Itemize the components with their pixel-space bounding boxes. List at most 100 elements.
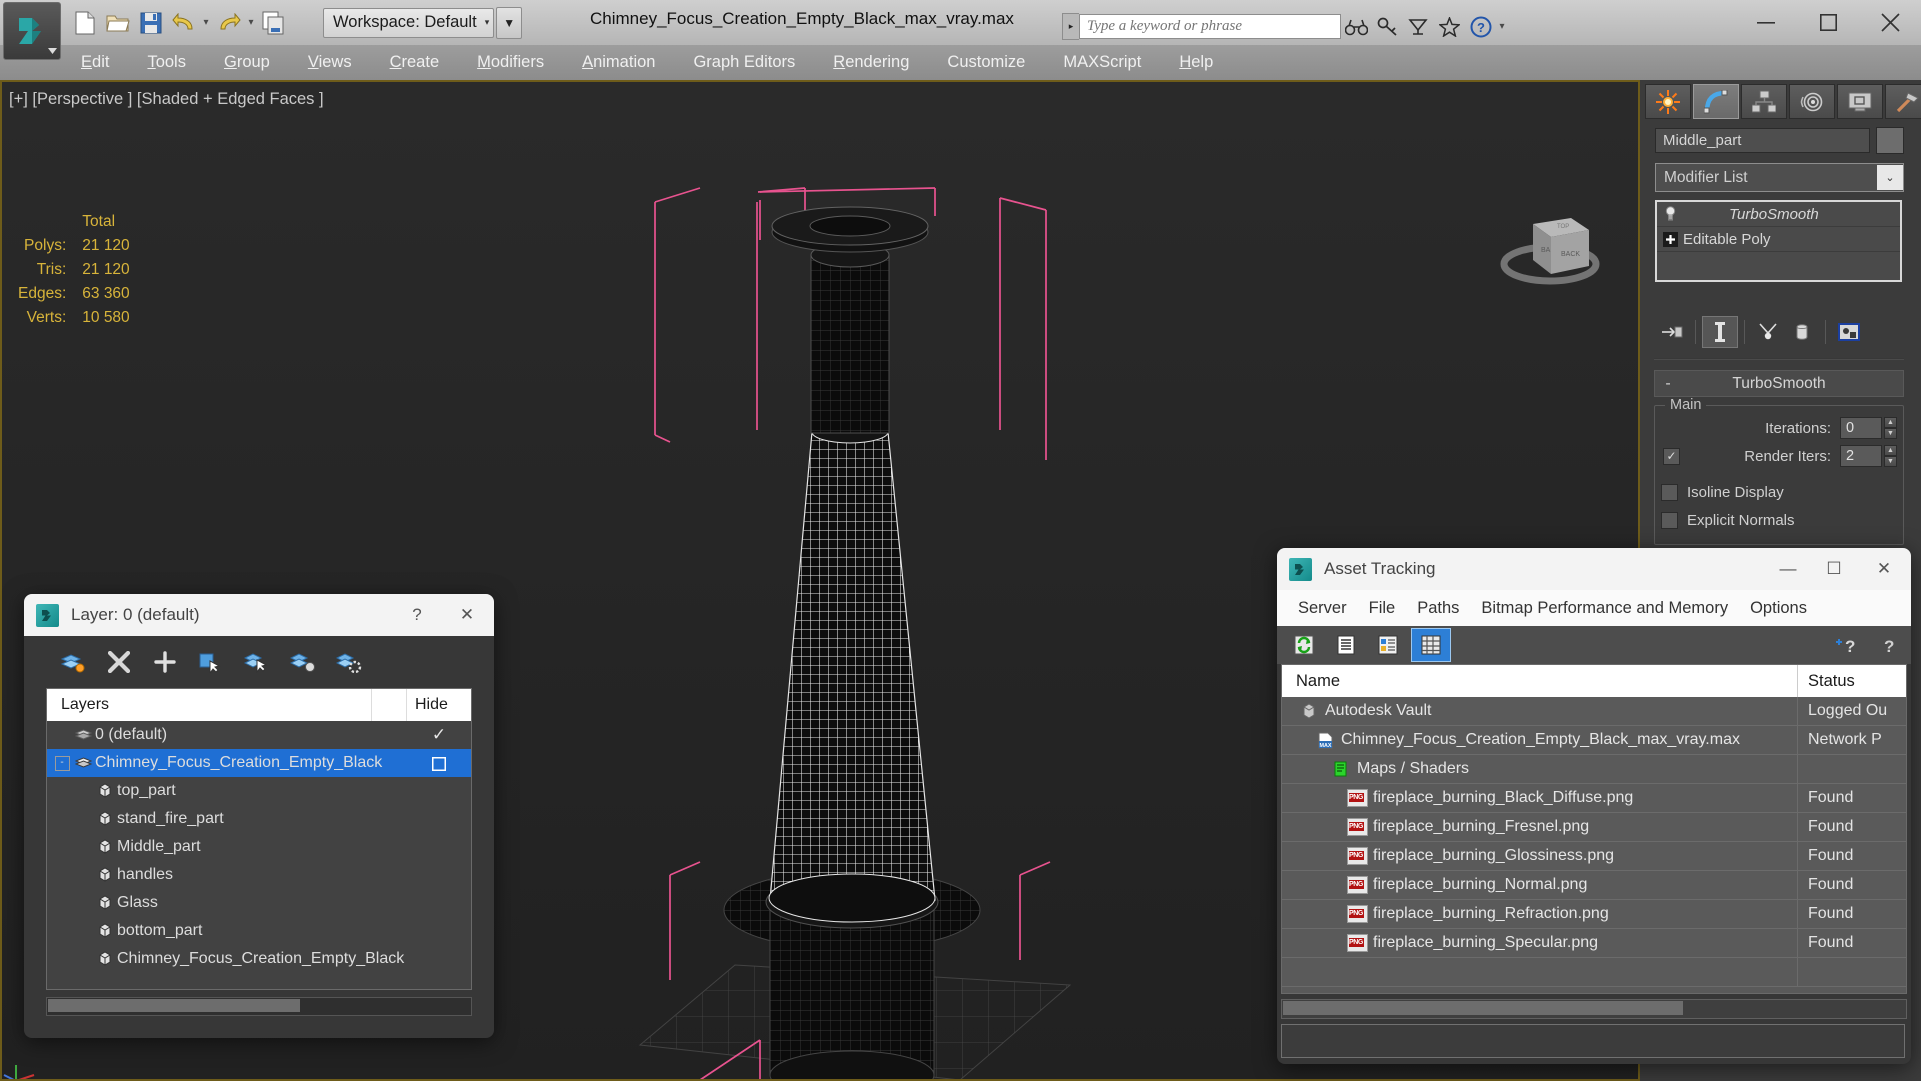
- at-menu-server[interactable]: Server: [1287, 599, 1358, 618]
- remove-modifier-button[interactable]: [1785, 317, 1819, 347]
- help-dropdown-arrow[interactable]: ▾: [1496, 10, 1508, 43]
- asset-tracking-maximize-button[interactable]: ☐: [1811, 548, 1857, 590]
- refresh-icon[interactable]: [1285, 629, 1323, 661]
- layer-hide-toggle[interactable]: [464, 759, 471, 767]
- search-input[interactable]: [1079, 14, 1341, 39]
- modifier-stack-item-editable-poly[interactable]: Editable Poly: [1657, 227, 1900, 252]
- search-expand-arrow[interactable]: ▸: [1062, 13, 1079, 40]
- menu-item-group[interactable]: Group: [205, 53, 289, 72]
- pin-stack-button[interactable]: [1655, 317, 1689, 347]
- at-menu-file[interactable]: File: [1358, 599, 1407, 618]
- plus-box-icon[interactable]: [1657, 231, 1683, 247]
- layer-hide-toggle[interactable]: [464, 787, 471, 795]
- undo-button[interactable]: [167, 6, 200, 39]
- render-iters-checkbox[interactable]: ✓: [1663, 447, 1680, 465]
- asset-row-maps-shaders[interactable]: Maps / Shaders: [1282, 755, 1906, 784]
- minimize-button[interactable]: [1735, 0, 1797, 45]
- viewport-label[interactable]: [+] [Perspective ] [Shaded + Edged Faces…: [9, 90, 324, 109]
- at-menu-bitmap-performance[interactable]: Bitmap Performance and Memory: [1470, 599, 1739, 618]
- undo-dropdown-arrow[interactable]: ▾: [200, 6, 212, 39]
- menu-item-modifiers[interactable]: Modifiers: [458, 53, 563, 72]
- modifier-stack[interactable]: TurboSmooth Editable Poly: [1655, 200, 1902, 282]
- project-folder-button[interactable]: [257, 6, 290, 39]
- layer-row-glass[interactable]: Glass: [47, 889, 471, 917]
- menu-item-create[interactable]: Create: [371, 53, 459, 72]
- asset-row-normal[interactable]: PNG fireplace_burning_Normal.png Found: [1282, 871, 1906, 900]
- iterations-spinner[interactable]: ▲ ▼: [1884, 417, 1897, 439]
- layer-row-middle-part[interactable]: Middle_part: [47, 833, 471, 861]
- layer-hide-toggle[interactable]: [464, 899, 471, 907]
- tab-create[interactable]: [1645, 84, 1691, 119]
- asset-row-max-file[interactable]: MAX Chimney_Focus_Creation_Empty_Black_m…: [1282, 726, 1906, 755]
- view-cube[interactable]: BA BACK TOP: [1495, 190, 1605, 300]
- object-color-swatch[interactable]: [1876, 127, 1904, 154]
- tab-utilities[interactable]: [1885, 84, 1921, 119]
- asset-tracking-titlebar[interactable]: Asset Tracking — ☐ ✕: [1277, 548, 1911, 590]
- asset-row-fresnel[interactable]: PNG fireplace_burning_Fresnel.png Found: [1282, 813, 1906, 842]
- iterations-field[interactable]: [1840, 417, 1882, 439]
- add-layer-icon[interactable]: [142, 642, 188, 682]
- layer-hide-toggle[interactable]: [464, 731, 471, 739]
- favorites-star-icon[interactable]: [1434, 12, 1465, 42]
- asset-tracking-close-button[interactable]: ✕: [1857, 548, 1911, 590]
- layer-active-check[interactable]: [422, 753, 456, 773]
- redo-dropdown-arrow[interactable]: ▾: [245, 6, 257, 39]
- show-end-result-button[interactable]: [1702, 316, 1738, 348]
- layer-hide-toggle[interactable]: [464, 815, 471, 823]
- asset-row-vault[interactable]: Autodesk Vault Logged Ou: [1282, 697, 1906, 726]
- save-file-button[interactable]: [134, 6, 167, 39]
- satellite-dish-icon[interactable]: [1403, 12, 1434, 42]
- menu-item-help[interactable]: Help: [1160, 53, 1232, 72]
- menu-item-maxscript[interactable]: MAXScript: [1044, 53, 1160, 72]
- menu-item-edit[interactable]: Edit: [62, 53, 128, 72]
- configure-modifier-sets-button[interactable]: [1832, 317, 1866, 347]
- asset-list[interactable]: Name Status Autodesk Vault Logged Ou MAX…: [1281, 664, 1907, 994]
- grid-view-icon[interactable]: [1411, 628, 1451, 662]
- render-iters-spinner[interactable]: ▲ ▼: [1884, 445, 1897, 467]
- layer-hide-toggle[interactable]: [464, 843, 471, 851]
- add-selection-to-layer-icon[interactable]: [188, 642, 234, 682]
- highlight-selected-objects-layer-icon[interactable]: [280, 642, 326, 682]
- layer-properties-icon[interactable]: [326, 642, 372, 682]
- explicit-normals-checkbox[interactable]: [1661, 511, 1678, 529]
- layer-row-chimney-object[interactable]: Chimney_Focus_Creation_Empty_Black: [47, 945, 471, 973]
- tab-modify[interactable]: [1693, 84, 1739, 119]
- menu-item-tools[interactable]: Tools: [128, 53, 205, 72]
- help-circle-icon[interactable]: ?: [1465, 12, 1496, 42]
- layer-dialog-titlebar[interactable]: Layer: 0 (default) ? ✕: [24, 594, 494, 636]
- asset-row-specular[interactable]: PNG fireplace_burning_Specular.png Found: [1282, 929, 1906, 958]
- isoline-display-checkbox[interactable]: [1661, 483, 1678, 501]
- lightbulb-icon[interactable]: [1657, 206, 1683, 222]
- asset-horizontal-scrollbar[interactable]: [1281, 999, 1907, 1019]
- asset-tracking-dialog[interactable]: Asset Tracking — ☐ ✕ Server File Paths B…: [1277, 548, 1911, 1064]
- layer-horizontal-scrollbar[interactable]: [46, 997, 472, 1016]
- layer-dialog-close-button[interactable]: ✕: [440, 594, 494, 636]
- menu-item-rendering[interactable]: Rendering: [814, 53, 928, 72]
- modifier-stack-item-turbosmooth[interactable]: TurboSmooth: [1657, 202, 1900, 227]
- details-view-icon[interactable]: [1369, 629, 1407, 661]
- make-unique-button[interactable]: [1751, 317, 1785, 347]
- layer-row-stand-fire-part[interactable]: stand_fire_part: [47, 805, 471, 833]
- layer-hide-toggle[interactable]: [464, 871, 471, 879]
- rollout-header[interactable]: - TurboSmooth: [1654, 370, 1904, 397]
- asset-row-refraction[interactable]: PNG fireplace_burning_Refraction.png Fou…: [1282, 900, 1906, 929]
- layer-dialog-help-button[interactable]: ?: [394, 594, 440, 636]
- help-icon[interactable]: ?: [1869, 629, 1907, 661]
- chevron-down-icon[interactable]: ⌄: [1877, 165, 1903, 190]
- layer-expander[interactable]: -: [53, 755, 71, 771]
- workspace-selector[interactable]: Workspace: Default ▾ ▼: [323, 6, 523, 39]
- layer-row-default[interactable]: 0 (default) ✓: [47, 721, 471, 749]
- asset-row-black-diffuse[interactable]: PNG fireplace_burning_Black_Diffuse.png …: [1282, 784, 1906, 813]
- workspace-combobox[interactable]: Workspace: Default ▾: [323, 7, 495, 38]
- search-binoculars-icon[interactable]: [1341, 12, 1372, 42]
- menu-item-graph-editors[interactable]: Graph Editors: [674, 53, 814, 72]
- close-button[interactable]: [1859, 0, 1921, 45]
- add-help-icon[interactable]: ?: [1827, 629, 1865, 661]
- select-layer-objects-icon[interactable]: [234, 642, 280, 682]
- layer-row-bottom-part[interactable]: bottom_part: [47, 917, 471, 945]
- at-menu-options[interactable]: Options: [1739, 599, 1818, 618]
- render-iters-field[interactable]: [1840, 445, 1882, 467]
- workspace-dropdown-button[interactable]: ▼: [496, 6, 523, 39]
- layer-active-check[interactable]: ✓: [422, 725, 456, 745]
- asset-row-glossiness[interactable]: PNG fireplace_burning_Glossiness.png Fou…: [1282, 842, 1906, 871]
